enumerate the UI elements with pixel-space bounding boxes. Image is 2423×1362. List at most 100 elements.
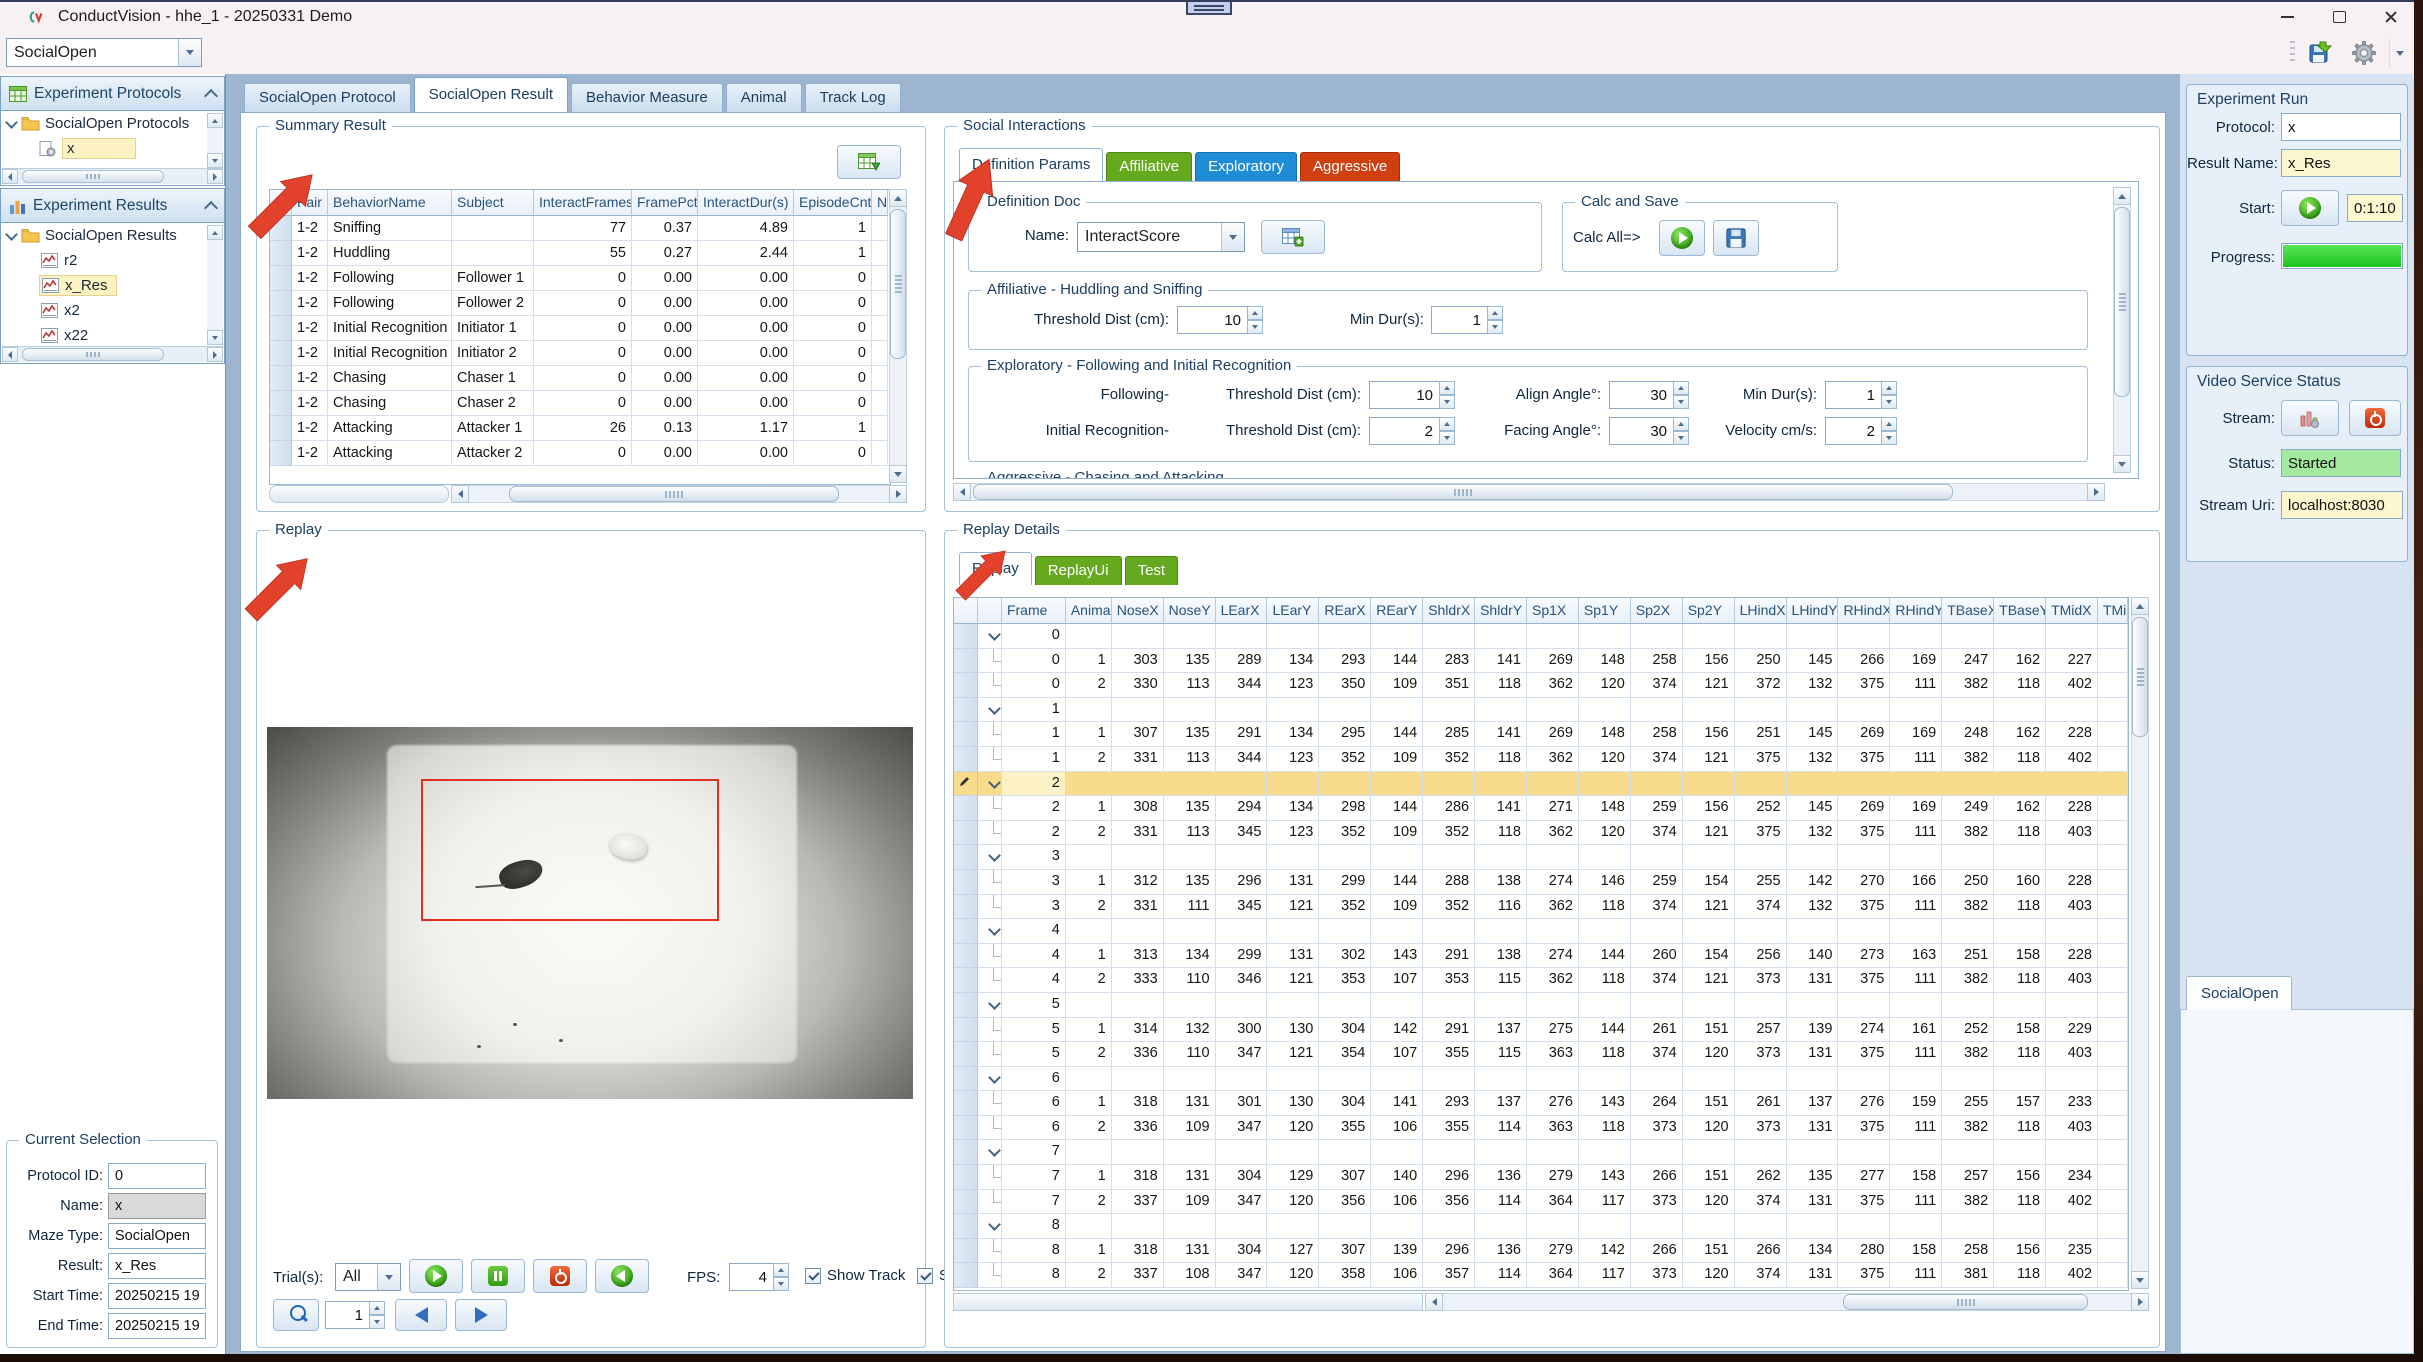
- protocol-item-x[interactable]: x: [1, 136, 224, 161]
- frame-spinner[interactable]: 1: [325, 1301, 385, 1329]
- tab-behavior-measure[interactable]: Behavior Measure: [571, 83, 723, 112]
- chevron-down-icon[interactable]: [1221, 223, 1244, 251]
- frame-data-row[interactable]: 4233311034612135310735311536211837412137…: [954, 968, 2128, 993]
- spin-up[interactable]: [1881, 417, 1897, 431]
- right-tab-socialopen[interactable]: SocialOpen: [2186, 976, 2292, 1010]
- column-header-tmidx[interactable]: TMidX: [2046, 598, 2098, 624]
- checkbox-checked-icon[interactable]: [917, 1268, 933, 1284]
- frame-data-row[interactable]: 8233710834712035810635711436411737312037…: [954, 1263, 2128, 1288]
- spin-down[interactable]: [1487, 320, 1503, 334]
- grid-hscrollbar[interactable]: [953, 1293, 2149, 1311]
- spin-down[interactable]: [773, 1277, 789, 1291]
- replay-pause-button[interactable]: [471, 1259, 525, 1293]
- spin-up[interactable]: [1673, 381, 1689, 395]
- prev-frame-button[interactable]: [395, 1299, 447, 1331]
- column-header-interactframes[interactable]: InteractFrames: [534, 190, 632, 216]
- protocol-input[interactable]: x: [2281, 113, 2401, 141]
- frame-group-row[interactable]: 0: [954, 624, 2128, 649]
- tab-track-log[interactable]: Track Log: [805, 83, 901, 112]
- spin-up[interactable]: [1439, 417, 1455, 431]
- next-frame-button[interactable]: [455, 1299, 507, 1331]
- name-input[interactable]: x: [108, 1193, 206, 1219]
- settings-button[interactable]: [2345, 36, 2383, 70]
- frame-data-row[interactable]: 5131413230013030414229113727514426115125…: [954, 1018, 2128, 1043]
- column-header-sp2y[interactable]: Sp2Y: [1683, 598, 1735, 624]
- frame-search-button[interactable]: [273, 1299, 319, 1331]
- spin-up[interactable]: [1487, 306, 1503, 320]
- maximize-button[interactable]: [2324, 4, 2354, 30]
- tree-expander-icon[interactable]: [5, 228, 18, 241]
- spin-down[interactable]: [369, 1315, 385, 1329]
- column-header-behaviorname[interactable]: BehaviorName: [328, 190, 452, 216]
- frame-data-row[interactable]: 0233011334412335010935111836212037412137…: [954, 673, 2128, 698]
- close-button[interactable]: [2376, 4, 2406, 30]
- protocols-vscrollbar[interactable]: [207, 113, 223, 168]
- group-expander[interactable]: [978, 698, 1002, 723]
- ir-threshold-spinner[interactable]: 2: [1369, 417, 1455, 445]
- table-row[interactable]: 1-2Huddling550.272.441: [270, 241, 890, 266]
- results-vscrollbar[interactable]: [207, 225, 223, 345]
- doc-name-select[interactable]: InteractScore: [1077, 222, 1245, 252]
- frame-group-row[interactable]: 4: [954, 919, 2128, 944]
- column-header-shldry[interactable]: ShldrY: [1475, 598, 1527, 624]
- column-header-sp2x[interactable]: Sp2X: [1631, 598, 1683, 624]
- group-expander[interactable]: [978, 1067, 1002, 1092]
- frame-data-row[interactable]: 3233111134512135210935211636211837412137…: [954, 895, 2128, 920]
- tab-socialopen-protocol[interactable]: SocialOpen Protocol: [244, 83, 411, 112]
- checkbox-checked-icon[interactable]: [805, 1268, 821, 1284]
- calc-save-button[interactable]: [1713, 220, 1759, 256]
- group-expander[interactable]: [978, 845, 1002, 870]
- spin-down[interactable]: [1881, 395, 1897, 409]
- column-header-reary[interactable]: REarY: [1371, 598, 1423, 624]
- grid-vscrollbar[interactable]: [2131, 597, 2149, 1289]
- column-header-rhindy[interactable]: RHindY: [1890, 598, 1942, 624]
- result-input[interactable]: x_Res: [108, 1253, 206, 1279]
- spin-up[interactable]: [1881, 381, 1897, 395]
- frame-group-row[interactable]: 8: [954, 1214, 2128, 1239]
- frame-group-row[interactable]: 3: [954, 845, 2128, 870]
- frame-group-row[interactable]: 7: [954, 1140, 2128, 1165]
- column-header-rhindx[interactable]: RHindX: [1838, 598, 1890, 624]
- experiment-results-header[interactable]: Experiment Results: [1, 189, 224, 223]
- si-tab-aggressive[interactable]: Aggressive: [1300, 152, 1400, 181]
- table-row[interactable]: 1-2FollowingFollower 200.000.000: [270, 291, 890, 316]
- start-button[interactable]: [2281, 190, 2339, 226]
- stream-stop-button[interactable]: [2349, 400, 2401, 436]
- column-header-framepct[interactable]: FramePct: [632, 190, 698, 216]
- align-angle-value[interactable]: 30: [1609, 381, 1673, 409]
- replay-stop-button[interactable]: [533, 1259, 587, 1293]
- spin-down[interactable]: [1673, 431, 1689, 445]
- table-row[interactable]: 1-2AttackingAttacker 200.000.000: [270, 441, 890, 466]
- spin-down[interactable]: [1881, 431, 1897, 445]
- group-expander[interactable]: [978, 624, 1002, 649]
- affiliative-threshold-value[interactable]: 10: [1177, 306, 1247, 334]
- result-item-x22[interactable]: x22: [1, 323, 224, 348]
- column-header-tmi[interactable]: TMi: [2098, 598, 2128, 624]
- table-row[interactable]: 1-2ChasingChaser 100.000.000: [270, 366, 890, 391]
- table-row[interactable]: 1-2Initial RecognitionInitiator 100.000.…: [270, 316, 890, 341]
- frame-data-row[interactable]: 2233111334512335210935211836212037412137…: [954, 821, 2128, 846]
- column-header-shldrx[interactable]: ShldrX: [1423, 598, 1475, 624]
- frame-data-row[interactable]: 2130813529413429814428614127114825915625…: [954, 796, 2128, 821]
- maze-type-select[interactable]: SocialOpen: [6, 38, 202, 67]
- experiment-protocols-header[interactable]: Experiment Protocols: [1, 77, 224, 111]
- si-tab-exploratory[interactable]: Exploratory: [1195, 152, 1297, 181]
- result-item-x2[interactable]: x2: [1, 298, 224, 323]
- collapse-icon[interactable]: [204, 88, 218, 102]
- group-expander[interactable]: [978, 993, 1002, 1018]
- column-header-nosey[interactable]: NoseY: [1164, 598, 1216, 624]
- summary-vscrollbar[interactable]: [889, 189, 907, 483]
- column-header-leary[interactable]: LEarY: [1267, 598, 1319, 624]
- frame-data-row[interactable]: 7233710934712035610635611436411737312037…: [954, 1190, 2128, 1215]
- exploratory-mindur-value[interactable]: 1: [1825, 381, 1881, 409]
- calc-all-button[interactable]: [1659, 220, 1705, 256]
- maze-type-input[interactable]: SocialOpen: [108, 1223, 206, 1249]
- end-time-input[interactable]: 20250215 19: [108, 1313, 206, 1339]
- facing-angle-spinner[interactable]: 30: [1609, 417, 1689, 445]
- facing-angle-value[interactable]: 30: [1609, 417, 1673, 445]
- affiliative-threshold-spinner[interactable]: 10: [1177, 306, 1263, 334]
- spin-up[interactable]: [1673, 417, 1689, 431]
- spin-up[interactable]: [1247, 306, 1263, 320]
- save-button[interactable]: [2301, 36, 2339, 70]
- column-header-interactdur-s-[interactable]: InteractDur(s): [698, 190, 794, 216]
